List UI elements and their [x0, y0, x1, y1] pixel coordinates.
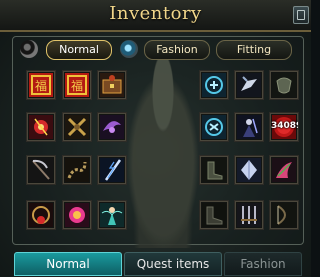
chain-icon	[65, 158, 89, 182]
blade-set-icon	[237, 203, 261, 227]
inventory-slot[interactable]	[62, 155, 92, 185]
inventory-slot[interactable]	[234, 200, 264, 230]
inventory-slot[interactable]	[199, 70, 229, 100]
window-title: Inventory	[109, 3, 202, 24]
fairy-icon	[100, 203, 124, 227]
inventory-slot[interactable]	[62, 112, 92, 142]
inventory-slot[interactable]: 福	[62, 70, 92, 100]
amulet-icon	[29, 115, 53, 139]
rune-icon	[202, 73, 226, 97]
inventory-slot[interactable]	[97, 155, 127, 185]
item-count: 34089	[271, 121, 298, 131]
scythe-icon	[29, 158, 53, 182]
lightning-blade-icon	[100, 158, 124, 182]
filter-fashion[interactable]: Fashion	[144, 40, 210, 60]
chest-icon	[100, 73, 124, 97]
inventory-slot[interactable]	[62, 200, 92, 230]
normal-orb-icon	[20, 40, 38, 58]
inventory-slot[interactable]	[97, 70, 127, 100]
bow-icon	[272, 203, 296, 227]
svg-text:福: 福	[35, 78, 47, 93]
svg-text:福: 福	[71, 78, 83, 93]
dark-mage-icon	[237, 115, 261, 139]
inventory-slot[interactable]	[97, 200, 127, 230]
inventory-slot[interactable]: 34089	[269, 112, 299, 142]
pink-claw-icon	[272, 158, 296, 182]
filter-normal[interactable]: Normal	[46, 40, 112, 60]
inventory-slot[interactable]	[199, 155, 229, 185]
inventory-slot[interactable]	[199, 112, 229, 142]
tab-fashion[interactable]: Fashion	[224, 252, 302, 276]
fashion-orb-icon	[120, 40, 138, 58]
crystal-armor-icon	[237, 158, 261, 182]
purple-wings-icon	[100, 115, 124, 139]
tab-normal[interactable]: Normal	[14, 252, 122, 276]
inventory-slot[interactable]	[269, 200, 299, 230]
inventory-window: Inventory Normal Fashion Fitting 福 福 340…	[0, 0, 311, 277]
inventory-slot[interactable]	[26, 112, 56, 142]
close-icon[interactable]	[293, 6, 309, 24]
boots-icon	[202, 158, 226, 182]
inventory-slot[interactable]	[26, 155, 56, 185]
magic-ring-icon	[65, 203, 89, 227]
inventory-slot[interactable]	[26, 200, 56, 230]
inventory-slot[interactable]	[269, 70, 299, 100]
bracer-icon	[272, 73, 296, 97]
rune-icon	[202, 115, 226, 139]
tab-quest-items[interactable]: Quest items	[124, 252, 222, 276]
fortune-charm-icon: 福	[65, 73, 89, 97]
character-silhouette	[120, 58, 206, 248]
inventory-slot[interactable]	[234, 112, 264, 142]
dark-boots-icon	[202, 203, 226, 227]
mount-icon	[237, 73, 261, 97]
red-necklace-icon	[29, 203, 53, 227]
inventory-slot[interactable]	[234, 155, 264, 185]
fortune-charm-icon: 福	[29, 73, 53, 97]
inventory-slot[interactable]	[234, 70, 264, 100]
armor-icon	[65, 115, 89, 139]
inventory-slot[interactable]	[97, 112, 127, 142]
inventory-slot[interactable]	[199, 200, 229, 230]
filter-fitting[interactable]: Fitting	[216, 40, 292, 60]
title-bar[interactable]: Inventory	[0, 0, 311, 32]
inventory-slot[interactable]	[269, 155, 299, 185]
inventory-slot[interactable]: 福	[26, 70, 56, 100]
